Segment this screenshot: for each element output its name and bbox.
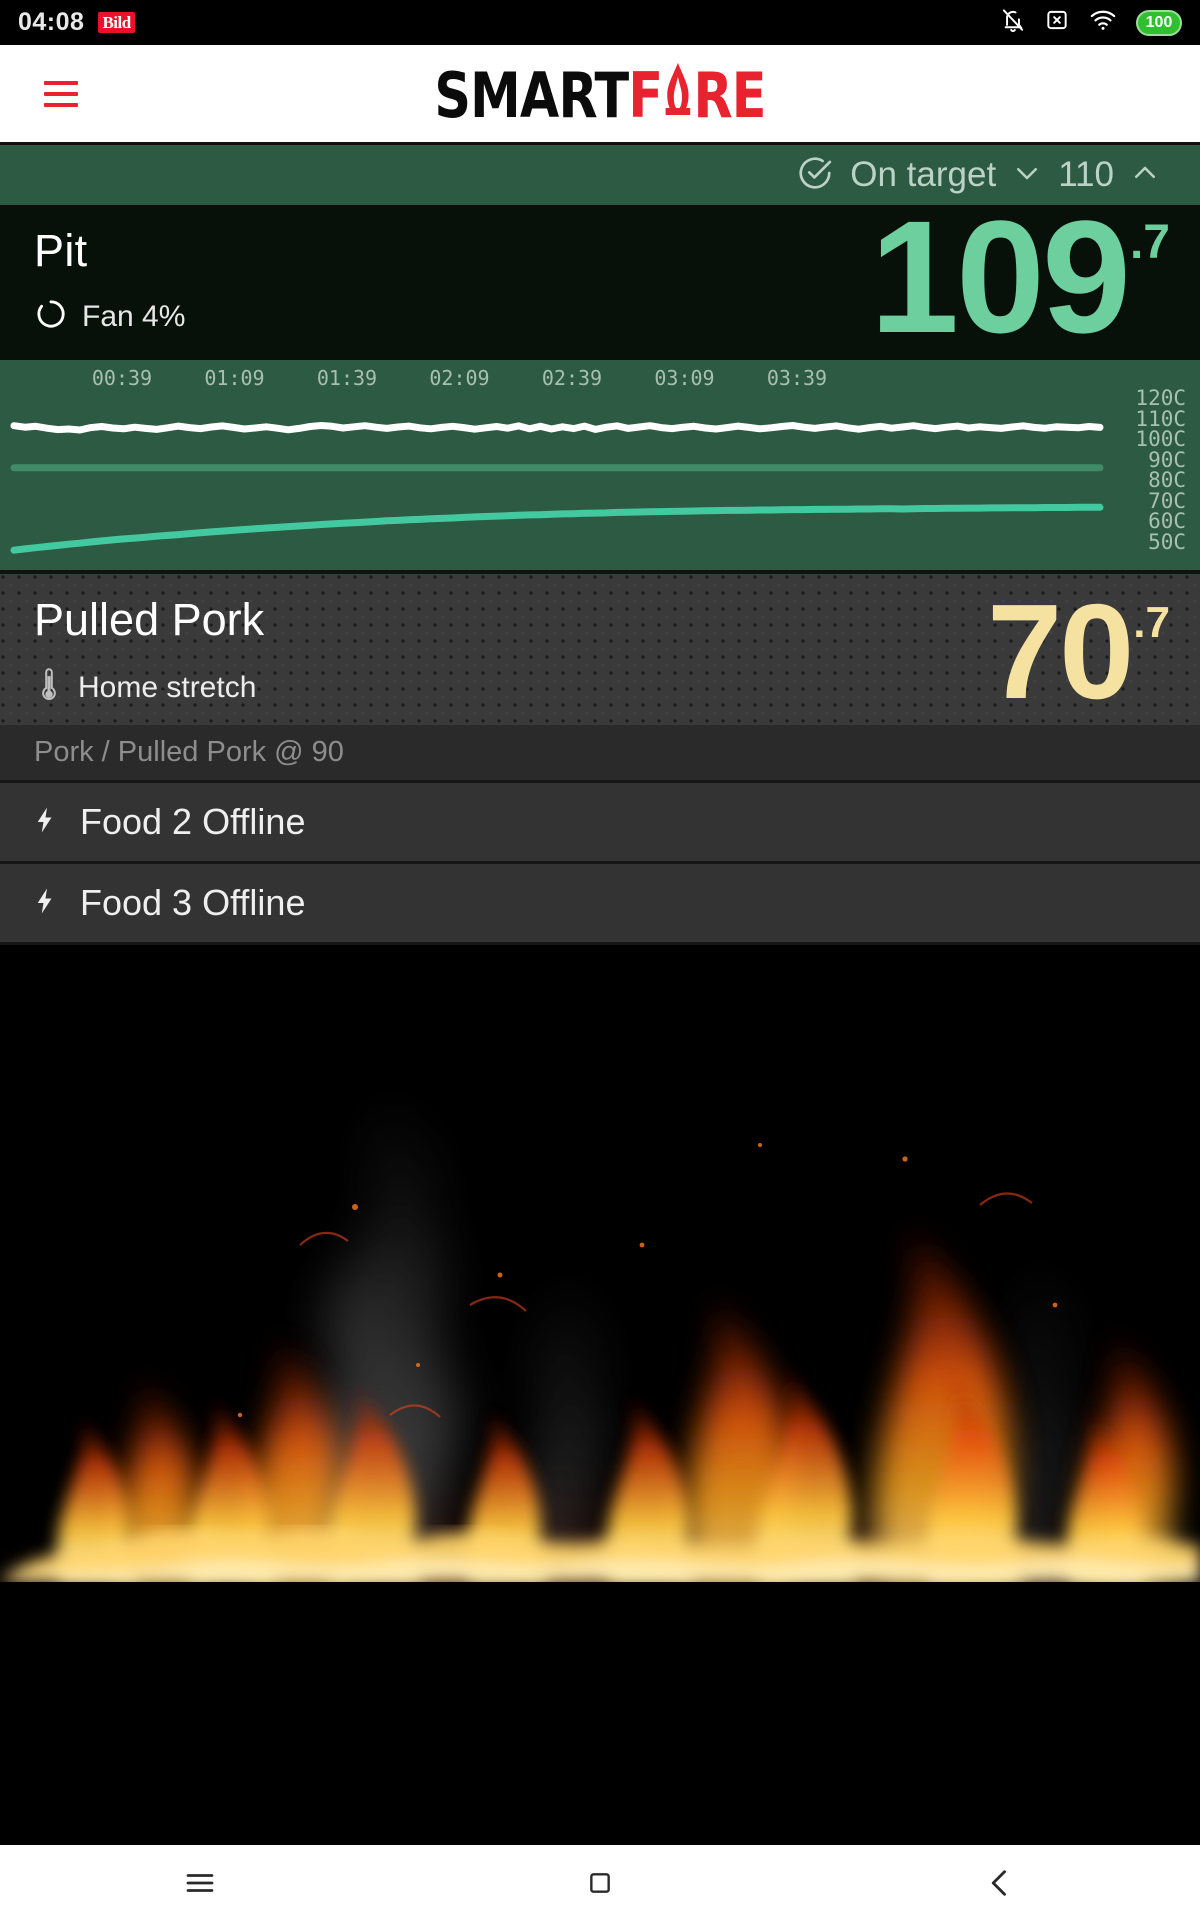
chart-line-pit-probe	[10, 422, 1104, 434]
notification-badge-bild: Bild	[98, 12, 135, 33]
sim-card-x-icon	[1044, 6, 1070, 39]
thermometer-icon	[34, 666, 64, 709]
status-bar-icons: 100	[1000, 6, 1182, 39]
offline-probe-label: Food 2 Offline	[80, 801, 306, 842]
hamburger-line	[44, 91, 78, 96]
logo-text-smart: SMART	[434, 58, 629, 132]
offline-probe-label: Food 3 Offline	[80, 882, 306, 923]
battery-level-text: 100	[1145, 13, 1173, 31]
status-bar-clock: 04:08	[18, 8, 85, 36]
chart-x-tick: 00:39	[91, 366, 153, 390]
offline-probe-row[interactable]: Food 3 Offline	[0, 864, 1200, 945]
fire-hero-image	[0, 945, 1200, 1582]
battery-icon: 100	[1136, 9, 1182, 36]
food-probe-card[interactable]: Pulled Pork Home stretch 70 .7	[0, 570, 1200, 725]
food-temperature-whole: 70	[987, 576, 1134, 725]
flame-icon	[664, 61, 692, 117]
app-root: 04:08 Bild 100 SMART F RE On target 110 …	[0, 0, 1200, 1920]
chart-x-axis-labels: 00:39 01:09 01:39 02:09 02:39 03:09 03:39	[0, 366, 1200, 392]
chart-x-tick: 03:09	[654, 366, 715, 390]
smartfire-logo: SMART F RE	[434, 58, 766, 132]
bell-slash-icon	[1000, 6, 1026, 39]
chart-x-tick: 02:39	[541, 366, 603, 390]
food-recipe-line[interactable]: Pork / Pulled Pork @ 90	[0, 725, 1200, 783]
offline-probe-list: Food 2 Offline Food 3 Offline	[0, 783, 1200, 945]
food-temperature-decimal: .7	[1133, 598, 1170, 647]
recents-menu-icon[interactable]	[140, 1865, 260, 1901]
hamburger-line	[44, 80, 78, 85]
chevron-up-icon[interactable]	[1130, 158, 1160, 193]
bolt-icon	[30, 882, 60, 925]
offline-probe-row[interactable]: Food 2 Offline	[0, 783, 1200, 864]
wifi-icon	[1088, 6, 1118, 39]
chart-x-tick: 03:39	[766, 366, 828, 390]
food-temperature: 70 .7	[987, 584, 1170, 719]
chart-line-food-probe	[10, 503, 1104, 554]
android-navigation-bar	[0, 1845, 1200, 1920]
pit-temperature-whole: 109	[870, 187, 1131, 366]
food-status-label: Home stretch	[78, 670, 257, 704]
app-header-bar: SMART F RE	[0, 45, 1200, 142]
pit-probe-card[interactable]: Pit Fan 4% 109 .7	[0, 197, 1200, 360]
hamburger-menu-icon[interactable]	[44, 80, 78, 107]
check-circle-icon	[796, 154, 834, 197]
home-square-icon[interactable]	[540, 1867, 660, 1899]
chart-y-tick: 50C	[1148, 529, 1186, 554]
logo-text-f: F	[628, 58, 663, 132]
pit-temperature-decimal: .7	[1129, 216, 1170, 269]
back-chevron-icon[interactable]	[940, 1865, 1060, 1901]
fire-illustration	[0, 945, 1200, 1582]
chart-x-tick: 01:39	[316, 366, 378, 390]
logo-text-re: RE	[693, 58, 766, 132]
chart-x-tick: 01:09	[204, 366, 265, 390]
hamburger-line	[44, 102, 78, 107]
chart-x-tick: 02:09	[429, 366, 490, 390]
bolt-icon	[30, 801, 60, 844]
pit-temperature: 109 .7	[870, 197, 1170, 357]
system-status-bar: 04:08 Bild 100	[0, 0, 1200, 45]
chart-series-group	[10, 422, 1104, 554]
fan-icon	[34, 297, 68, 336]
pit-fan-label: Fan 4%	[82, 299, 186, 333]
temperature-chart[interactable]: 00:39 01:09 01:39 02:09 02:39 03:09 03:39 120C…	[0, 360, 1200, 570]
